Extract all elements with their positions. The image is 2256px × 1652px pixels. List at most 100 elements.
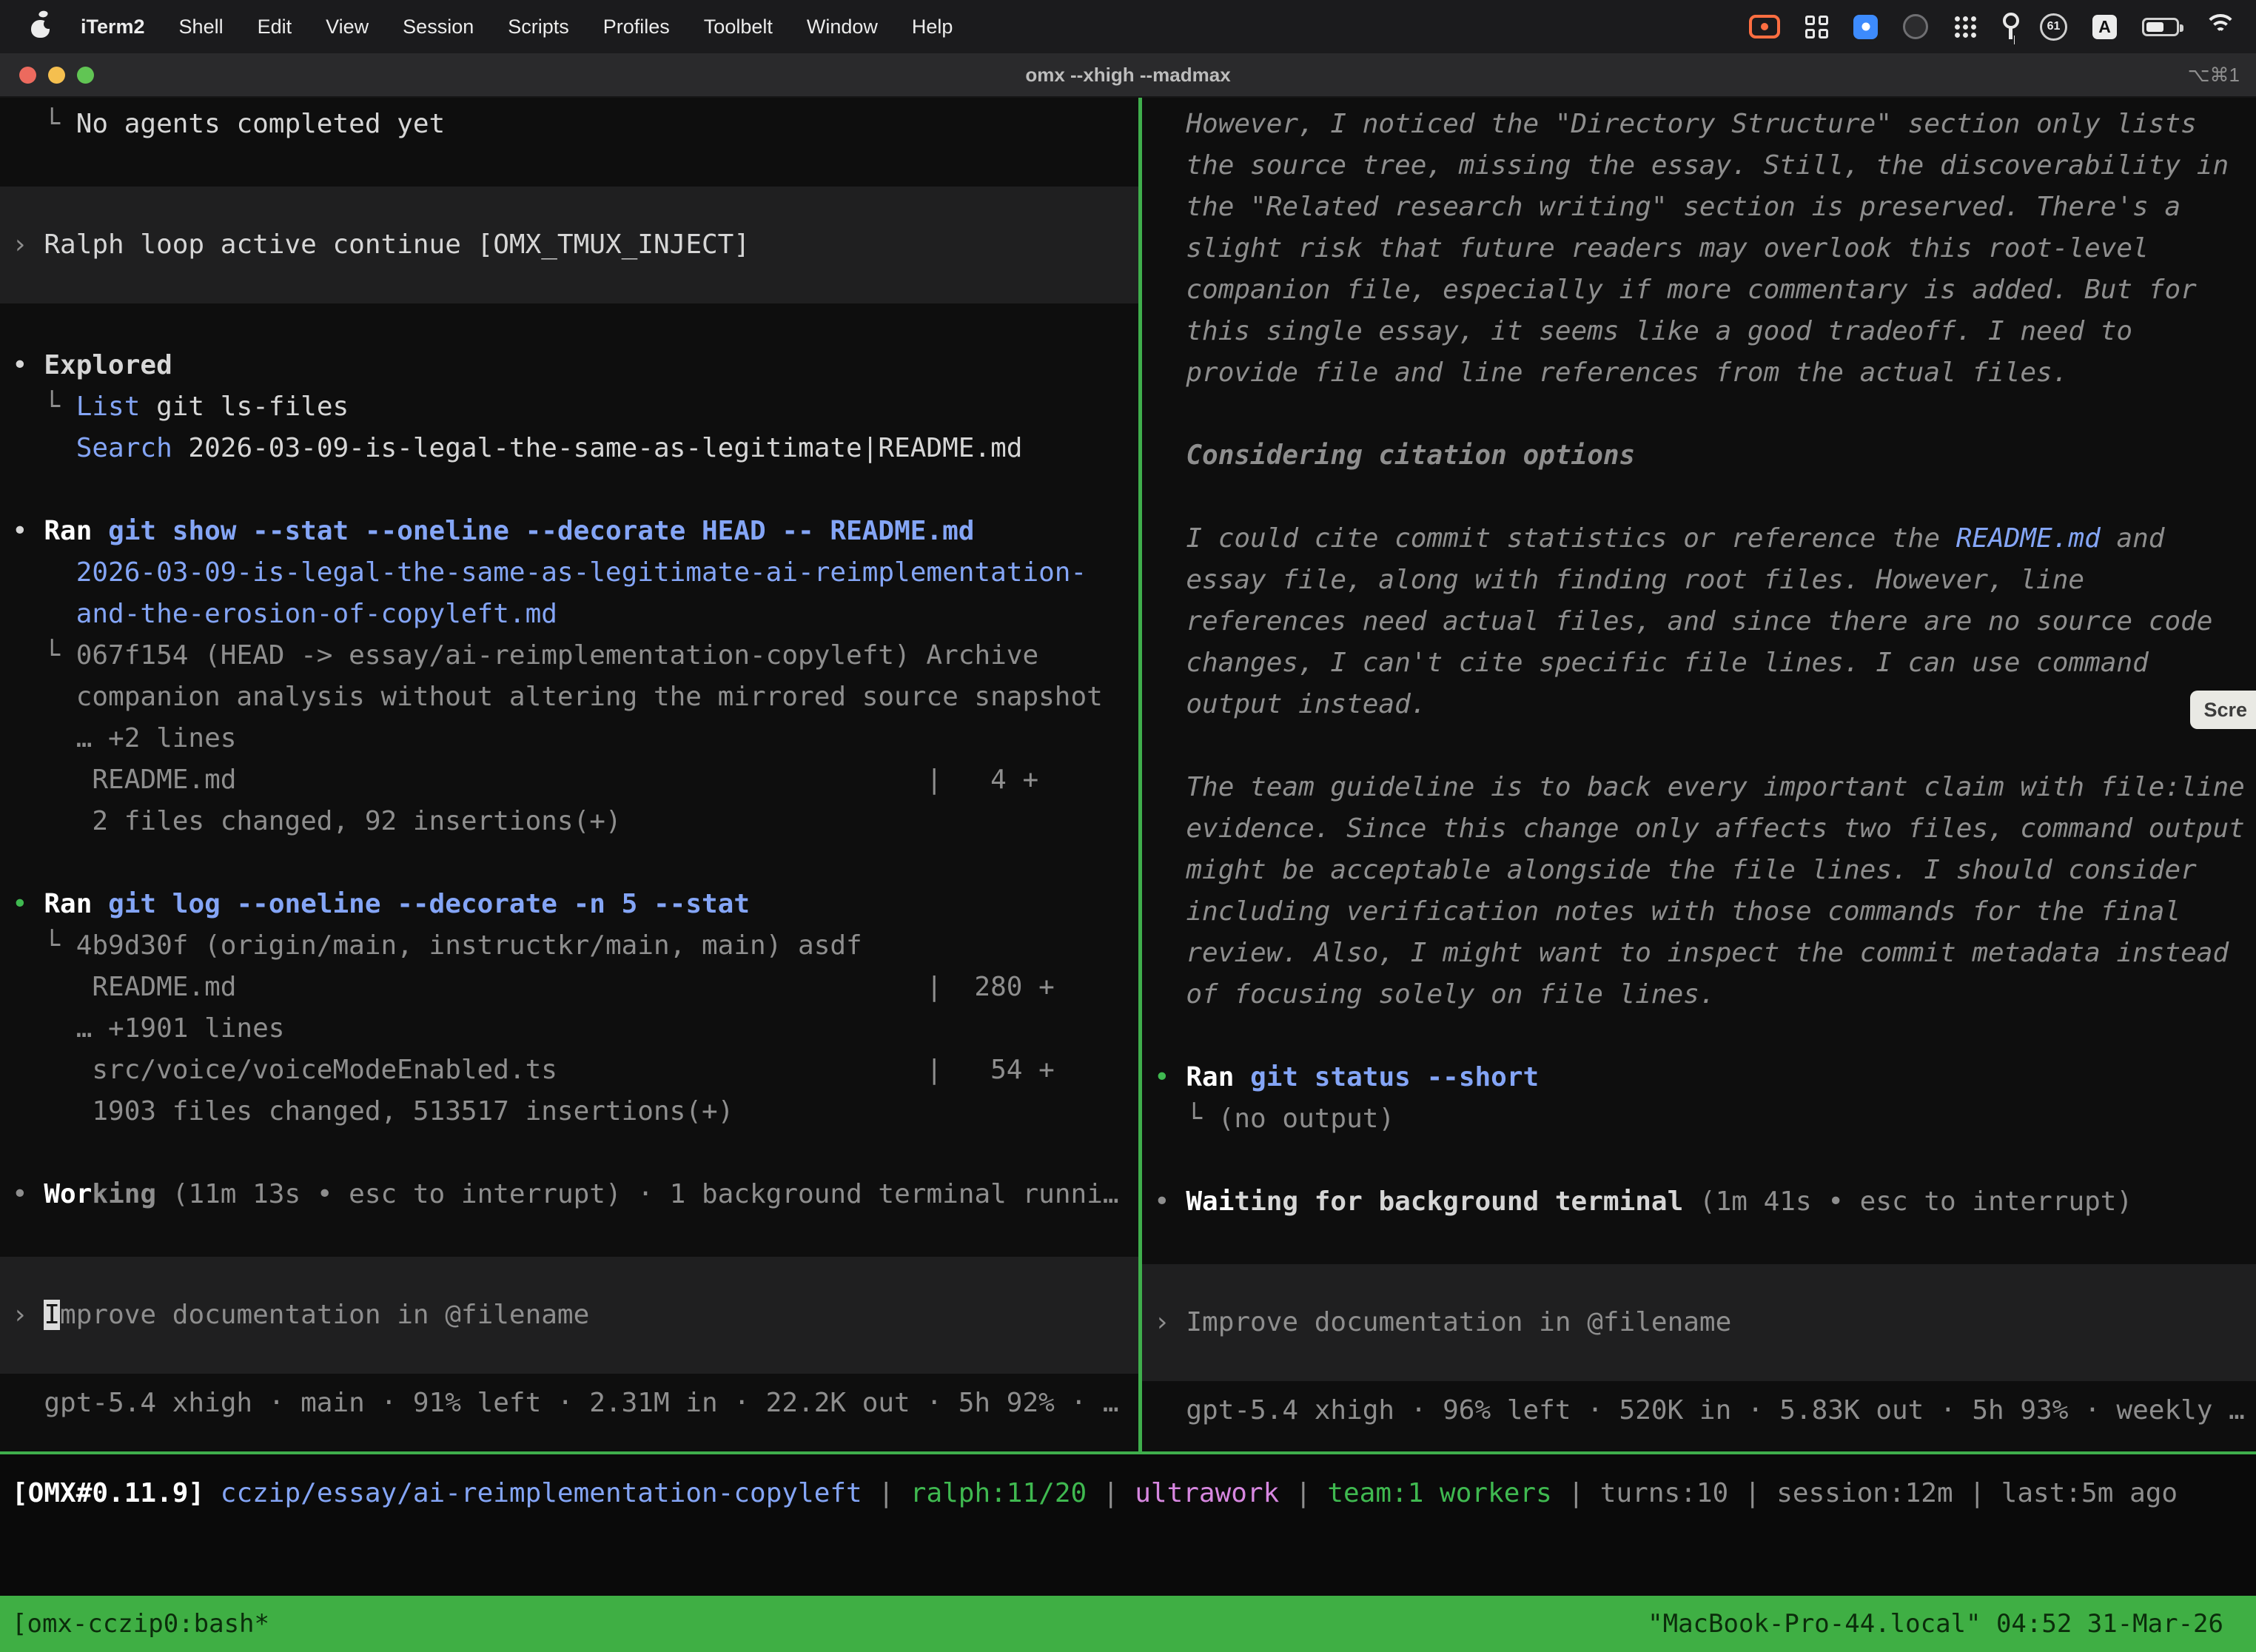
terminal-line: src/voice/voiceModeEnabled.ts | 54 +: [0, 1050, 1138, 1091]
zoom-button[interactable]: [77, 67, 94, 84]
terminal-line: the "Related research writing" section i…: [1142, 187, 2256, 228]
dark-app-icon[interactable]: [1903, 14, 1928, 39]
desktop: iTerm2 Shell Edit View Session Scripts Profile…: [0, 0, 2256, 1652]
terminal-line: Search 2026-03-09-is-legal-the-same-as-l…: [0, 428, 1138, 469]
terminal-line: … +2 lines: [0, 718, 1138, 759]
terminal-pane-left[interactable]: └ No agents completed yet › Ralph loop ac…: [0, 98, 1138, 1451]
window-title-bar[interactable]: omx --xhigh --madmax ⌥⌘1: [0, 53, 2256, 98]
menu-item-scripts[interactable]: Scripts: [508, 16, 569, 38]
terminal-line: of focusing solely on file lines.: [1142, 974, 2256, 1015]
wifi-icon[interactable]: [2204, 14, 2237, 39]
terminal-line: • Working (11m 13s • esc to interrupt) ·…: [0, 1174, 1138, 1215]
terminal-line: gpt-5.4 xhigh · 96% left · 520K in · 5.8…: [1142, 1390, 2256, 1431]
omx-status-bar: [OMX#0.11.9] cczip/essay/ai-reimplementa…: [0, 1473, 2178, 1514]
terminal-line: The team guideline is to back every impo…: [1142, 767, 2256, 808]
password-key-icon[interactable]: [2003, 13, 2015, 41]
terminal-line: └ (no output): [1142, 1098, 2256, 1140]
terminal-line: • Ran git show --stat --oneline --decora…: [0, 511, 1138, 552]
terminal-line: • Ran git status --short: [1142, 1057, 2256, 1098]
terminal-line: README.md | 280 +: [0, 967, 1138, 1008]
menu-item-iterm2[interactable]: iTerm2: [81, 16, 145, 38]
menu-bar-status-icons: 61 A: [1749, 13, 2237, 41]
blank-line: [1142, 1223, 2256, 1264]
terminal-line: › Ralph loop active continue [OMX_TMUX_I…: [0, 224, 750, 266]
blank-line: [1142, 725, 2256, 767]
terminal-line: review. Also, I might want to inspect th…: [1142, 933, 2256, 974]
screen-share-tab[interactable]: Scre: [2190, 691, 2256, 729]
tmux-host-clock-label: "MacBook-Pro-44.local" 04:52 31-Mar-26: [1648, 1609, 2223, 1639]
terminal-line: gpt-5.4 xhigh · main · 91% left · 2.31M …: [0, 1383, 1138, 1424]
app-grid-icon[interactable]: [1953, 15, 1978, 39]
terminal-line: [OMX#0.11.9] cczip/essay/ai-reimplementa…: [0, 1473, 2178, 1514]
menu-item-view[interactable]: View: [326, 16, 369, 38]
terminal-line: └ 4b9d30f (origin/main, instructkr/main,…: [0, 925, 1138, 967]
terminal-line: this single essay, it seems like a good …: [1142, 311, 2256, 352]
terminal-line: README.md | 4 +: [0, 759, 1138, 801]
terminal-line: the source tree, missing the essay. Stil…: [1142, 145, 2256, 187]
blank-line: [0, 842, 1138, 884]
blank-line: [1142, 394, 2256, 435]
menu-items: iTerm2 Shell Edit View Session Scripts Profile…: [81, 16, 953, 38]
battery-percentage-badge[interactable]: 61: [2040, 13, 2067, 41]
screen-recording-indicator-icon[interactable]: [1749, 15, 1780, 38]
ralph-loop-banner: › Ralph loop active continue [OMX_TMUX_I…: [0, 187, 1138, 303]
terminal-line: However, I noticed the "Directory Struct…: [1142, 104, 2256, 145]
screen-share-tab-label: Scre: [2203, 699, 2247, 722]
blank-line: [0, 145, 1138, 187]
terminal-line: Considering citation options: [1142, 435, 2256, 477]
terminal-line: provide file and line references from th…: [1142, 352, 2256, 394]
terminal-line: slight risk that future readers may over…: [1142, 228, 2256, 269]
menu-item-toolbelt[interactable]: Toolbelt: [704, 16, 773, 38]
omx-status-region: [OMX#0.11.9] cczip/essay/ai-reimplementa…: [0, 1454, 2256, 1596]
terminal-line: evidence. Since this change only affects…: [1142, 808, 2256, 850]
blue-app-icon[interactable]: [1853, 15, 1878, 39]
menu-item-session[interactable]: Session: [403, 16, 474, 38]
terminal-line: 1903 files changed, 513517 insertions(+): [0, 1091, 1138, 1132]
menu-item-profiles[interactable]: Profiles: [603, 16, 670, 38]
terminal-line: changes, I can't cite specific file line…: [1142, 642, 2256, 684]
menu-item-shell[interactable]: Shell: [179, 16, 224, 38]
window-shortcut-hint: ⌥⌘1: [2188, 64, 2240, 87]
apple-menu-icon[interactable]: [31, 16, 50, 38]
terminal-pane-right[interactable]: However, I noticed the "Directory Struct…: [1142, 98, 2256, 1451]
terminal-line: … +1901 lines: [0, 1008, 1138, 1050]
terminal-line: references need actual files, and since …: [1142, 601, 2256, 642]
terminal-line: • Ran git log --oneline --decorate -n 5 …: [0, 884, 1138, 925]
menu-item-window[interactable]: Window: [807, 16, 878, 38]
terminal-line: › Improve documentation in @filename: [1142, 1302, 1731, 1343]
menu-bar: iTerm2 Shell Edit View Session Scripts Profile…: [0, 0, 2256, 53]
blank-line: [0, 1132, 1138, 1174]
blank-line: [0, 1215, 1138, 1257]
terminal-line: including verification notes with those …: [1142, 891, 2256, 933]
terminal-line: output instead.: [1142, 684, 2256, 725]
terminal-line: └ No agents completed yet: [0, 104, 1138, 145]
blank-line: [1142, 1015, 2256, 1057]
terminal-line: • Waiting for background terminal (1m 41…: [1142, 1181, 2256, 1223]
terminal-line: companion file, especially if more comme…: [1142, 269, 2256, 311]
input-source-icon[interactable]: A: [2092, 15, 2117, 39]
terminal-line: I could cite commit statistics or refere…: [1142, 518, 2256, 560]
menu-item-edit[interactable]: Edit: [258, 16, 292, 38]
tmux-status-bar: [omx-cczip0:bash* "MacBook-Pro-44.local"…: [0, 1596, 2256, 1652]
window-manager-icon[interactable]: [1805, 16, 1828, 38]
terminal-line: › Improve documentation in @filename: [0, 1295, 589, 1336]
terminal-line: and-the-erosion-of-copyleft.md: [0, 594, 1138, 635]
close-button[interactable]: [19, 67, 36, 84]
minimize-button[interactable]: [48, 67, 65, 84]
battery-icon[interactable]: [2142, 18, 2179, 36]
terminal-line: essay file, along with finding root file…: [1142, 560, 2256, 601]
blank-line: [0, 303, 1138, 345]
tmux-session-label: [omx-cczip0:bash*: [12, 1609, 269, 1639]
prompt-input-left[interactable]: › Improve documentation in @filename: [0, 1257, 1138, 1374]
terminal-line: 2 files changed, 92 insertions(+): [0, 801, 1138, 842]
blank-line: [1142, 477, 2256, 518]
blank-line: [1142, 1140, 2256, 1181]
terminal-line: might be acceptable alongside the file l…: [1142, 850, 2256, 891]
blank-line: [0, 469, 1138, 511]
terminal-line: • Explored: [0, 345, 1138, 386]
terminal-line: 2026-03-09-is-legal-the-same-as-legitima…: [0, 552, 1138, 594]
terminal-line: └ List git ls-files: [0, 386, 1138, 428]
menu-item-help[interactable]: Help: [912, 16, 953, 38]
terminal-line: └ 067f154 (HEAD -> essay/ai-reimplementa…: [0, 635, 1138, 676]
prompt-input-right[interactable]: › Improve documentation in @filename: [1142, 1264, 2256, 1381]
